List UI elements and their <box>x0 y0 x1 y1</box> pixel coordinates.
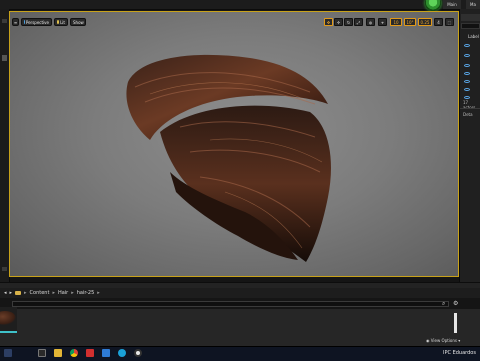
panel-handle-icon[interactable] <box>2 267 7 271</box>
hair-groom-render <box>126 54 331 262</box>
tab-secondary[interactable]: Ma <box>466 0 480 9</box>
start-icon[interactable] <box>4 349 12 357</box>
visibility-eye-icon[interactable] <box>464 72 470 75</box>
chevron-down-icon: ▾ <box>458 338 461 343</box>
view-options-label: View Options <box>430 338 457 343</box>
outliner-column-label: Label <box>468 34 479 39</box>
breadcrumb-hair-25[interactable]: hair-25 <box>77 290 95 296</box>
breadcrumb-separator-icon: ▸ <box>71 290 74 296</box>
details-tab[interactable]: Deta <box>463 112 473 117</box>
outliner-search-input[interactable] <box>461 23 480 29</box>
app-icon[interactable] <box>102 349 110 357</box>
breadcrumb-content[interactable]: Content <box>30 290 50 296</box>
opera-icon[interactable] <box>86 349 94 357</box>
panel-divider <box>460 108 480 109</box>
breadcrumb-separator-icon: ▸ <box>52 290 55 296</box>
tray-text: IPC Eduardos <box>443 350 476 356</box>
breadcrumb-hair[interactable]: Hair <box>58 290 68 296</box>
breadcrumb-separator-icon: ▸ <box>24 290 27 296</box>
visibility-eye-icon[interactable] <box>464 80 470 83</box>
browser-icon[interactable] <box>118 349 126 357</box>
folder-icon <box>15 291 22 295</box>
collapse-icon[interactable] <box>2 19 7 23</box>
unreal-engine-icon[interactable] <box>134 349 142 357</box>
breadcrumb: ◂ ▸ ▸ Content ▸ Hair ▸ hair-25 ▸ <box>0 288 480 298</box>
file-explorer-icon[interactable] <box>54 349 62 357</box>
view-options-button[interactable]: ◉ View Options ▾ <box>426 338 460 343</box>
breadcrumb-separator-icon: ▸ <box>97 290 100 296</box>
asset-search-input[interactable] <box>12 301 449 307</box>
scrollbar[interactable] <box>454 313 457 333</box>
task-view-icon[interactable] <box>38 349 46 357</box>
outliner-header <box>461 14 480 21</box>
level-viewport[interactable]: ≡ Perspective Lit Show ✥ ✢ ↻ ⤢ ◍ ⌖ 10 10… <box>9 11 459 277</box>
outliner-panel <box>459 9 480 282</box>
hair-asset-thumbnail[interactable] <box>0 307 17 333</box>
filter-settings-icon[interactable]: ⚙ <box>453 300 458 307</box>
visibility-eye-icon[interactable] <box>464 64 470 67</box>
search-icon[interactable]: ⌕ <box>442 300 445 308</box>
visibility-eye-icon[interactable] <box>464 96 470 99</box>
top-toolbar <box>0 0 480 10</box>
content-browser-body <box>0 309 480 346</box>
panel-toggle-icon[interactable] <box>2 55 7 61</box>
chrome-icon[interactable] <box>70 349 78 357</box>
back-arrow-icon[interactable]: ◂ <box>4 290 7 296</box>
visibility-eye-icon[interactable] <box>464 54 470 57</box>
eye-icon: ◉ <box>426 338 430 343</box>
hair-thumbnail-image <box>0 311 16 325</box>
visibility-eye-icon[interactable] <box>464 44 470 47</box>
tab-main[interactable]: Main <box>443 0 461 9</box>
visibility-eye-icon[interactable] <box>464 88 470 91</box>
forward-arrow-icon[interactable]: ▸ <box>10 290 13 296</box>
